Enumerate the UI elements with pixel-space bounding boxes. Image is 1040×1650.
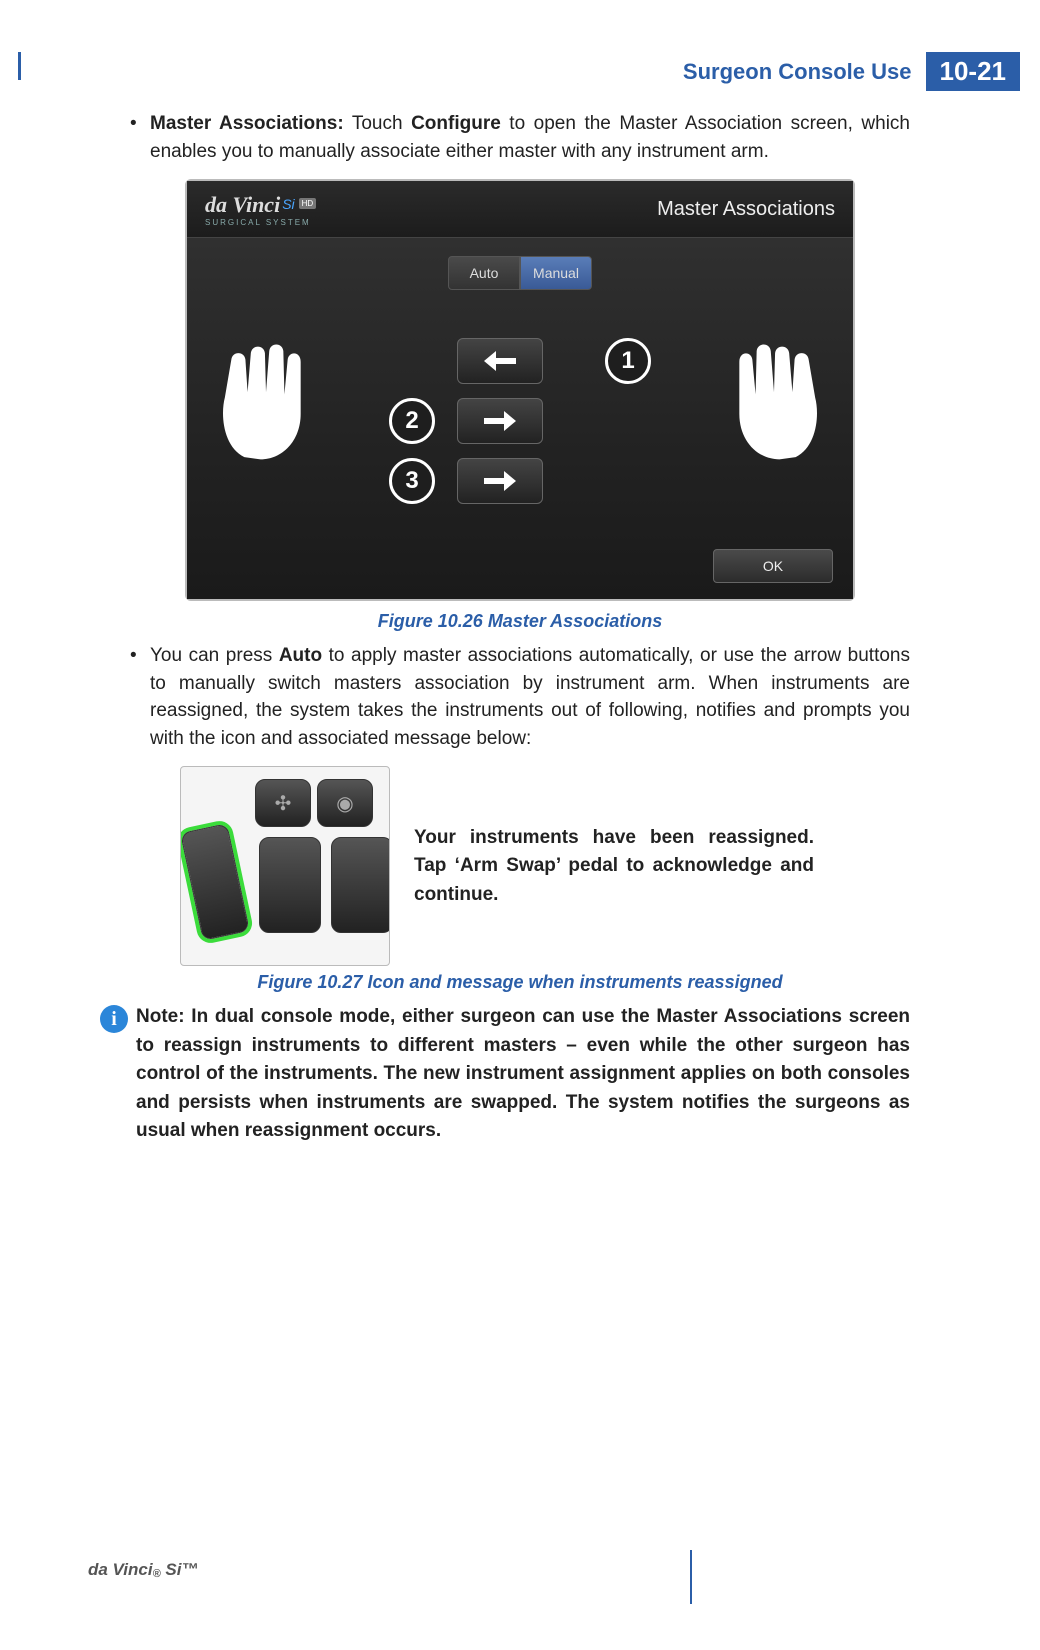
- brand-hd-badge: HD: [299, 198, 317, 209]
- info-icon: i: [100, 1005, 128, 1033]
- pedal-plus-icon: ✣: [255, 779, 311, 827]
- arm-number-1: 1: [605, 338, 651, 384]
- bullet-auto: • You can press Auto to apply master ass…: [130, 642, 910, 752]
- footer-model: Si™: [161, 1560, 199, 1579]
- bold-configure: Configure: [411, 113, 501, 134]
- brand-logo-text: da Vinci: [205, 192, 280, 217]
- tab-manual[interactable]: Manual: [520, 256, 592, 290]
- bullet-dot: •: [130, 642, 150, 752]
- arrow-left-button[interactable]: [457, 338, 543, 384]
- arm-number-3: 3: [389, 458, 435, 504]
- bullet-text: You can press Auto to apply master assoc…: [150, 642, 910, 752]
- figure-caption-1: Figure 10.26 Master Associations: [130, 611, 910, 632]
- pedal-bottom-left: [259, 837, 321, 933]
- text-pre: You can press: [150, 645, 279, 666]
- tab-auto[interactable]: Auto: [448, 256, 520, 290]
- page-header: Surgeon Console Use 10-21: [683, 52, 1020, 91]
- brand-model-si: Si: [282, 196, 294, 212]
- figure-caption-2: Figure 10.27 Icon and message when instr…: [130, 972, 910, 993]
- reassigned-message: Your instruments have been reassigned. T…: [414, 824, 814, 910]
- footer-registered: ®: [153, 1568, 161, 1580]
- arrow-right-button[interactable]: [457, 398, 543, 444]
- left-hand-icon: [211, 338, 321, 468]
- pedal-camera-icon: ◉: [317, 779, 373, 827]
- page-content: • Master Associations: Touch Configure t…: [130, 110, 910, 1146]
- arrow-right-button-2[interactable]: [457, 458, 543, 504]
- footer-brand: da Vinci® Si™: [88, 1560, 198, 1580]
- assoc-row-1: 1: [389, 338, 651, 384]
- bullet-master-associations: • Master Associations: Touch Configure t…: [130, 110, 910, 165]
- mode-tabs: Auto Manual: [448, 256, 592, 290]
- bullet-dot: •: [130, 110, 150, 165]
- footer-brand-name: da Vinci: [88, 1560, 153, 1579]
- ok-button[interactable]: OK: [713, 549, 833, 583]
- text-mid: Touch: [344, 113, 411, 134]
- arm-number-2: 2: [389, 398, 435, 444]
- pedal-arm-swap-highlight: [180, 823, 250, 941]
- note-text: Note: In dual console mode, either surge…: [136, 1003, 910, 1146]
- bullet-text: Master Associations: Touch Configure to …: [150, 110, 910, 165]
- right-hand-icon: [719, 338, 829, 468]
- figure-master-associations-screenshot: da VinciSi HD SURGICAL SYSTEM Master Asso…: [185, 179, 855, 601]
- bold-auto: Auto: [279, 645, 322, 666]
- assoc-row-3: 3: [389, 458, 651, 504]
- screenshot-topbar: da VinciSi HD SURGICAL SYSTEM Master Asso…: [187, 181, 853, 237]
- assoc-row-2: 2: [389, 398, 651, 444]
- brand-subtitle: SURGICAL SYSTEM: [205, 218, 316, 227]
- page-number-badge: 10-21: [926, 52, 1021, 91]
- footer-rule: [690, 1550, 692, 1604]
- brand-block: da VinciSi HD SURGICAL SYSTEM: [205, 192, 316, 227]
- bold-lead: Master Associations:: [150, 113, 344, 134]
- panel-title: Master Associations: [657, 198, 835, 221]
- pedal-icon-image: ✣ ◉: [180, 766, 390, 966]
- pedal-bottom-right: [331, 837, 390, 933]
- note-block: i Note: In dual console mode, either sur…: [100, 1003, 910, 1146]
- left-margin-rule: [18, 52, 21, 80]
- figure-reassigned-row: ✣ ◉ Your instruments have been reassigne…: [180, 766, 910, 966]
- screenshot-body: Auto Manual 1 2: [187, 237, 853, 599]
- section-title: Surgeon Console Use: [683, 59, 912, 85]
